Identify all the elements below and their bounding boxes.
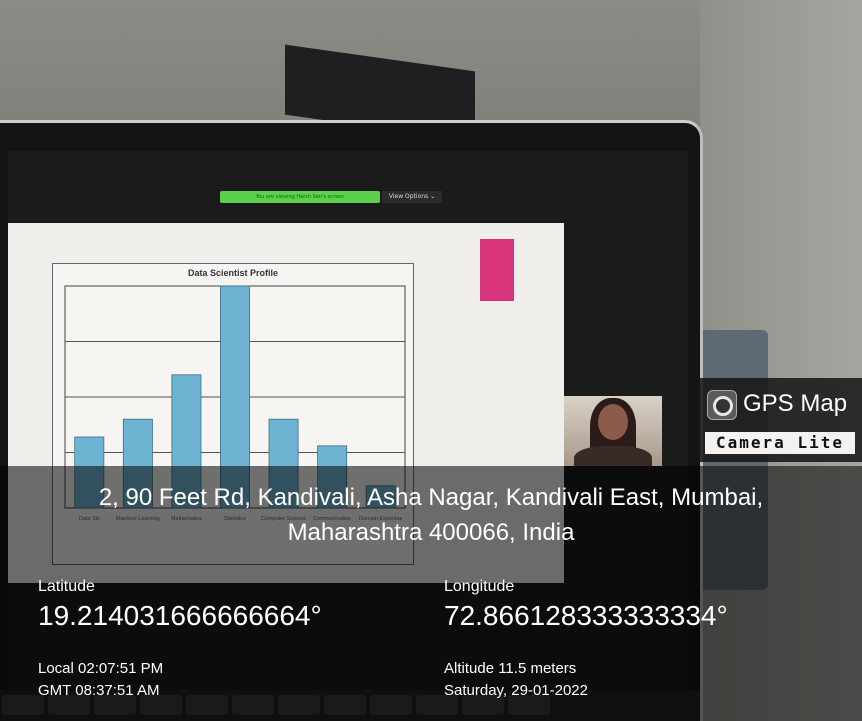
photo-scene: You are viewing Harsh Sen's screen View … [0, 0, 862, 721]
altitude: Altitude 11.5 meters [444, 660, 577, 677]
address: 2, 90 Feet Rd, Kandivali, Asha Nagar, Ka… [0, 480, 862, 550]
slide-accent-block [480, 239, 514, 301]
gps-info-overlay: 2, 90 Feet Rd, Kandivali, Asha Nagar, Ka… [0, 466, 862, 721]
longitude-value: 72.866128333333334° [444, 600, 728, 631]
webcam-thumbnail[interactable] [564, 396, 662, 466]
address-line-2: Maharashtra 400066, India [287, 519, 575, 546]
participant-face [598, 404, 628, 440]
camera-lens-icon [707, 390, 737, 420]
latitude-label: Latitude [38, 578, 95, 595]
latitude-value: 19.214031666666664° [38, 600, 322, 631]
screen-share-banner[interactable]: You are viewing Harsh Sen's screen [220, 191, 380, 203]
gmt-time: GMT 08:37:51 AM [38, 682, 160, 699]
gps-app-title: GPS Map [743, 390, 848, 417]
gps-map-camera-badge: GPS Map Camera Lite [697, 378, 862, 462]
view-options-button[interactable]: View Options ⌄ [382, 191, 442, 203]
longitude-label: Longitude [444, 578, 515, 595]
gps-app-subtitle: Camera Lite [705, 432, 855, 454]
date: Saturday, 29-01-2022 [444, 682, 588, 699]
address-line-1: 2, 90 Feet Rd, Kandivali, Asha Nagar, Ka… [98, 484, 764, 511]
local-time: Local 02:07:51 PM [38, 660, 164, 677]
